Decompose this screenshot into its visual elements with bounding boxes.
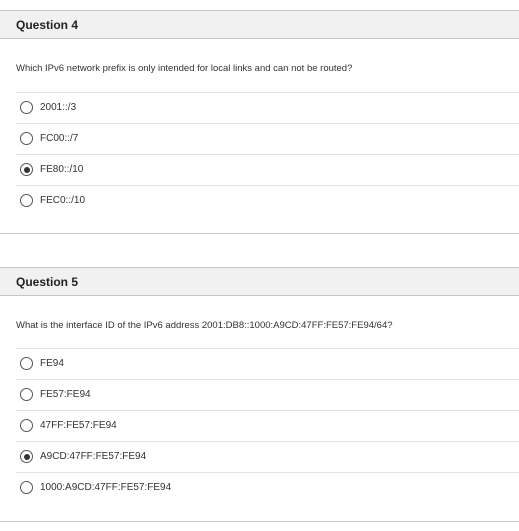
radio-button[interactable]	[20, 450, 33, 463]
answer-option[interactable]: A9CD:47FF:FE57:FE94	[16, 441, 519, 472]
answer-option[interactable]: 2001::/3	[16, 92, 519, 123]
question-text: What is the interface ID of the IPv6 add…	[16, 320, 393, 331]
answer-option[interactable]: FE94	[16, 348, 519, 379]
answer-options: 2001::/3 FC00::/7 FE80::/10 FEC0::/10	[16, 92, 519, 216]
answer-label: FE57:FE94	[40, 389, 91, 400]
question-header: Question 4	[0, 10, 519, 39]
answer-label: FE94	[40, 358, 64, 369]
answer-option[interactable]: FE80::/10	[16, 154, 519, 185]
answer-option[interactable]: FEC0::/10	[16, 185, 519, 216]
answer-label: 47FF:FE57:FE94	[40, 420, 117, 431]
radio-button[interactable]	[20, 194, 33, 207]
radio-button[interactable]	[20, 163, 33, 176]
radio-button[interactable]	[20, 481, 33, 494]
answer-label: FC00::/7	[40, 133, 79, 144]
question-divider	[0, 233, 519, 234]
radio-button[interactable]	[20, 101, 33, 114]
radio-button[interactable]	[20, 357, 33, 370]
answer-label: A9CD:47FF:FE57:FE94	[40, 451, 147, 462]
answer-option[interactable]: 47FF:FE57:FE94	[16, 410, 519, 441]
question-divider	[0, 521, 519, 522]
answer-option[interactable]: 1000:A9CD:47FF:FE57:FE94	[16, 472, 519, 503]
question-header: Question 5	[0, 267, 519, 296]
answer-label: 1000:A9CD:47FF:FE57:FE94	[40, 482, 172, 493]
answer-option[interactable]: FE57:FE94	[16, 379, 519, 410]
answer-label: 2001::/3	[40, 102, 77, 113]
answer-option[interactable]: FC00::/7	[16, 123, 519, 154]
answer-label: FE80::/10	[40, 164, 84, 175]
question-text: Which IPv6 network prefix is only intend…	[16, 63, 353, 74]
radio-button[interactable]	[20, 132, 33, 145]
answer-label: FEC0::/10	[40, 195, 86, 206]
radio-button[interactable]	[20, 419, 33, 432]
radio-button[interactable]	[20, 388, 33, 401]
question-title: Question 5	[16, 275, 79, 289]
answer-options: FE94 FE57:FE94 47FF:FE57:FE94 A9CD:47FF:…	[16, 348, 519, 503]
question-title: Question 4	[16, 18, 79, 32]
